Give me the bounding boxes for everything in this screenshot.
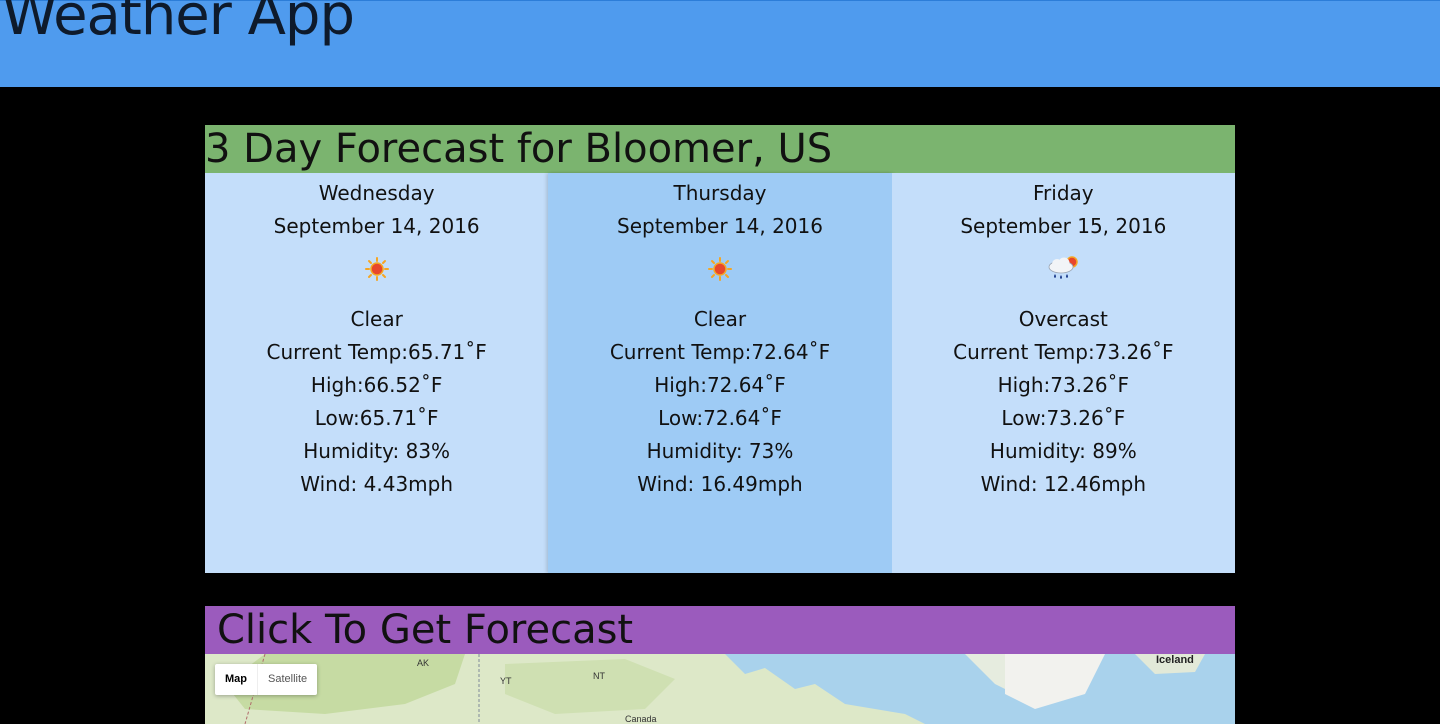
day-humidity: Humidity: 83% [303,439,451,463]
app-header: Weather App [0,0,1440,87]
rain-cloud-icon [1048,256,1079,279]
day-condition: Overcast [1018,307,1108,331]
map-label-nt: NT [593,671,605,681]
forecast-map[interactable]: Map Satellite AK YT NT Canada Iceland [205,654,1235,724]
day-high: High:72.64˚F [654,373,786,397]
day-low: Low:65.71˚F [314,406,439,430]
map-type-control: Map Satellite [215,664,318,695]
map-type-map-button[interactable]: Map [215,664,257,695]
day-name: Friday [1033,181,1094,205]
day-condition: Clear [350,307,403,331]
app-title: Weather App [2,0,355,48]
forecast-days: Wednesday September 14, 2016 Clear Curre… [205,173,1235,573]
day-low: Low:72.64˚F [658,406,782,430]
sun-icon [364,257,389,281]
day-condition: Clear [693,307,747,331]
forecast-panel: 3 Day Forecast for Bloomer, US Wednesday… [205,125,1235,573]
map-section: Click To Get Forecast Map Satellite AK Y… [205,606,1235,724]
sun-icon [707,257,732,281]
day-wind: Wind: 12.46mph [980,472,1147,496]
day-current-temp: Current Temp:73.26˚F [953,340,1174,364]
day-humidity: Humidity: 73% [646,439,794,463]
map-label-canada: Canada [625,714,657,724]
map-label-ak: AK [417,658,430,668]
day-current-temp: Current Temp:65.71˚F [266,340,487,364]
day-date: September 14, 2016 [617,214,823,238]
day-current-temp: Current Temp:72.64˚F [609,340,831,364]
day-date: September 14, 2016 [273,214,480,238]
day-date: September 15, 2016 [960,214,1167,238]
day-low: Low:73.26˚F [1001,406,1126,430]
day-humidity: Humidity: 89% [989,439,1137,463]
day-name: Wednesday [318,181,435,205]
map-tiles [205,654,1235,724]
day-wind: Wind: 16.49mph [637,472,803,496]
forecast-title: 3 Day Forecast for Bloomer, US [205,125,1235,173]
forecast-day-card: Thursday September 14, 2016 Clear Curren… [548,173,892,573]
map-label-iceland: Iceland [1156,654,1194,666]
map-label-yt: YT [500,676,512,686]
map-title: Click To Get Forecast [205,606,1235,654]
map-type-satellite-button[interactable]: Satellite [257,664,317,695]
day-high: High:73.26˚F [997,373,1130,397]
day-wind: Wind: 4.43mph [300,472,454,496]
forecast-day-card: Friday September 15, 2016 Overcast Curre… [891,173,1235,573]
day-name: Thursday [673,181,767,205]
day-high: High:66.52˚F [310,373,443,397]
forecast-day-card: Wednesday September 14, 2016 Clear Curre… [205,173,549,573]
